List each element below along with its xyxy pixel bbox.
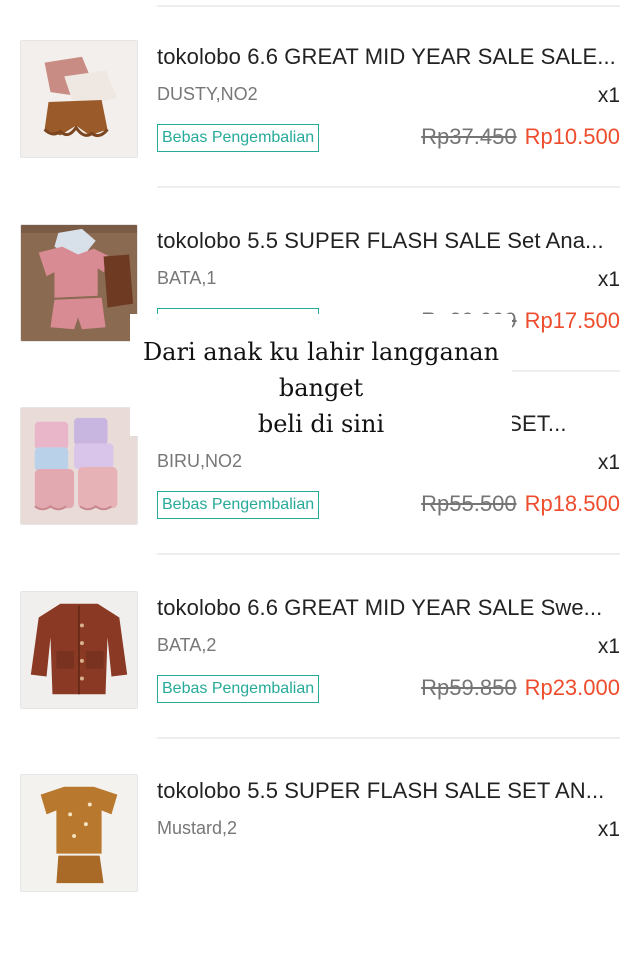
caption-line: banget (278, 374, 364, 402)
item-divider (157, 186, 620, 188)
product-quantity: x1 (597, 268, 620, 291)
pink-ruffle-shorts-set-icon (21, 41, 137, 157)
price-row: Rp37.450 Rp10.500 (421, 124, 620, 150)
free-return-badge: Bebas Pengembalian (157, 491, 320, 519)
product-thumbnail[interactable] (20, 40, 138, 158)
item-divider (157, 737, 620, 739)
original-price: Rp55.500 (421, 491, 517, 516)
product-title[interactable]: tokolobo 5.5 SUPER FLASH SALE Set Ana... (157, 228, 620, 254)
original-price: Rp59.850 (421, 675, 517, 700)
final-price: Rp17.500 (524, 308, 620, 333)
pastel-rompers-set-icon (21, 408, 137, 524)
product-title[interactable]: tokolobo 6.6 GREAT MID YEAR SALE Swe... (157, 595, 620, 621)
product-quantity: x1 (597, 84, 620, 107)
order-item[interactable]: tokolobo 6.6 GREAT MID YEAR SALE SALE...… (0, 40, 640, 224)
product-title[interactable]: tokolobo 6.6 GREAT MID YEAR SALE SALE... (157, 44, 620, 70)
product-variant: BIRU,NO2 (157, 451, 243, 471)
product-quantity: x1 (597, 635, 620, 658)
product-thumbnail[interactable] (20, 407, 138, 525)
product-thumbnail[interactable] (20, 224, 138, 342)
product-thumbnail[interactable] (20, 774, 138, 892)
mustard-tshirt-set-icon (21, 775, 137, 891)
free-return-badge: Bebas Pengembalian (157, 675, 320, 703)
product-variant: DUSTY,NO2 (157, 84, 258, 104)
price-row: Rp59.850 Rp23.000 (421, 675, 620, 701)
order-item[interactable]: tokolobo 5.5 SUPER FLASH SALE SET AN... … (0, 774, 640, 958)
brown-cardigan-icon (21, 592, 137, 708)
product-variant: BATA,1 (157, 268, 217, 288)
product-thumbnail[interactable] (20, 591, 138, 709)
product-quantity: x1 (597, 818, 620, 841)
order-item[interactable]: tokolobo 6.6 GREAT MID YEAR SALE Swe... … (0, 591, 640, 775)
item-divider (157, 553, 620, 555)
product-variant: BATA,2 (157, 635, 217, 655)
caption-overlay: Dari anak ku lahir langganan banget beli… (130, 314, 512, 438)
top-divider (157, 5, 620, 7)
caption-line: beli di sini (257, 410, 385, 438)
final-price: Rp10.500 (524, 124, 620, 149)
price-row: Rp55.500 Rp18.500 (421, 491, 620, 517)
pink-tshirt-shorts-set-icon (21, 225, 137, 341)
final-price: Rp18.500 (524, 491, 620, 516)
product-variant: Mustard,2 (157, 818, 238, 838)
final-price: Rp23.000 (524, 675, 620, 700)
product-quantity: x1 (597, 451, 620, 474)
free-return-badge: Bebas Pengembalian (157, 124, 320, 152)
original-price: Rp37.450 (421, 124, 517, 149)
product-title[interactable]: tokolobo 5.5 SUPER FLASH SALE SET AN... (157, 778, 620, 804)
caption-line: Dari anak ku lahir langganan (142, 338, 500, 366)
